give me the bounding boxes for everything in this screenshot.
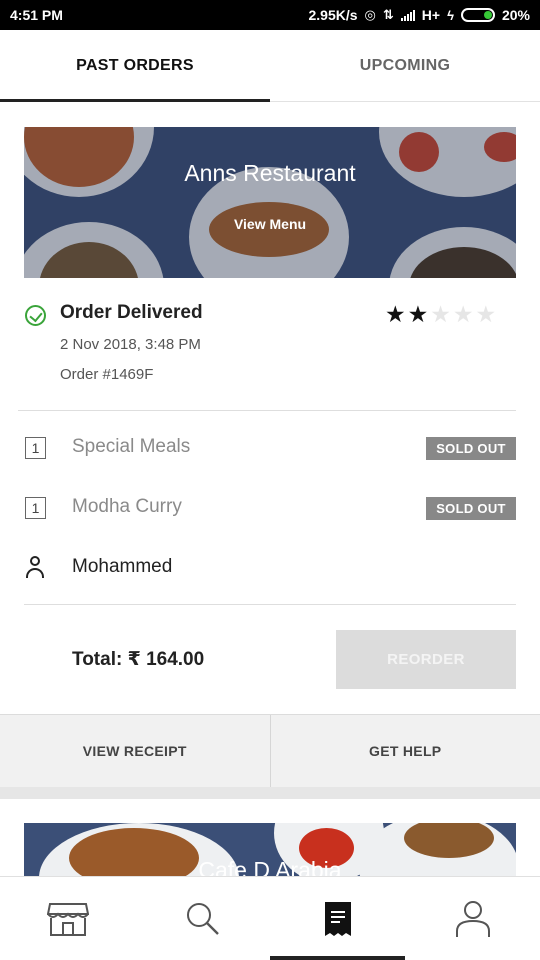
bottom-nav: [0, 876, 540, 960]
nav-search[interactable]: [135, 877, 270, 960]
star-rating[interactable]: ★ ★ ★ ★ ★: [385, 302, 496, 326]
item-quantity: 1: [25, 437, 46, 459]
item-name: Special Meals: [72, 436, 191, 457]
profile-icon: [455, 900, 490, 937]
sold-out-badge: SOLD OUT: [426, 497, 516, 520]
view-receipt-button[interactable]: VIEW RECEIPT: [0, 715, 270, 787]
search-icon: [186, 902, 219, 935]
nav-restaurants[interactable]: [0, 877, 135, 960]
signal-icon: [400, 9, 415, 21]
restaurant-name: Anns Restaurant: [184, 160, 356, 186]
star-icon[interactable]: ★: [430, 302, 451, 326]
star-icon[interactable]: ★: [453, 302, 474, 326]
get-help-button[interactable]: GET HELP: [269, 715, 540, 787]
network-type: H+: [421, 7, 441, 23]
order-tabs: PAST ORDERS UPCOMING: [0, 30, 540, 102]
store-icon: [46, 902, 89, 936]
battery-icon: [460, 8, 495, 22]
net-speed: 2.95K/s: [308, 7, 358, 23]
nav-account[interactable]: [405, 877, 540, 960]
status-time: 4:51 PM: [10, 7, 63, 23]
order-date: 2 Nov 2018, 3:48 PM: [60, 336, 201, 353]
star-icon[interactable]: ★: [408, 302, 429, 326]
customer-name: Mohammed: [72, 556, 173, 577]
star-icon[interactable]: ★: [476, 302, 497, 326]
data-transfer-icon: ⇅: [382, 7, 394, 22]
hotspot-icon: ◎: [364, 7, 376, 22]
tab-upcoming[interactable]: UPCOMING: [270, 30, 540, 101]
status-indicators: 2.95K/s ◎ ⇅ H+ ϟ 20%: [308, 7, 530, 23]
view-menu-link[interactable]: View Menu: [24, 216, 516, 232]
tab-past-orders[interactable]: PAST ORDERS: [0, 30, 270, 102]
order-number: Order #1469F: [60, 366, 154, 383]
person-icon: [24, 556, 46, 578]
check-circle-icon: [25, 305, 46, 326]
status-bar: 4:51 PM 2.95K/s ◎ ⇅ H+ ϟ 20%: [0, 0, 540, 30]
charging-icon: ϟ: [447, 7, 454, 23]
restaurant-banner[interactable]: Anns Restaurant View Menu: [24, 127, 516, 278]
nav-orders[interactable]: [270, 877, 405, 960]
item-name: Modha Curry: [72, 496, 182, 517]
card-separator: [0, 787, 540, 799]
divider: [24, 604, 516, 605]
item-quantity: 1: [25, 497, 46, 519]
battery-percent: 20%: [501, 7, 530, 23]
divider: [18, 410, 516, 411]
star-icon[interactable]: ★: [385, 302, 406, 326]
restaurant-banner[interactable]: Cafe D Arabia: [24, 823, 516, 883]
sold-out-badge: SOLD OUT: [426, 437, 516, 460]
order-status: Order Delivered: [60, 302, 203, 323]
receipt-icon: [324, 901, 351, 936]
order-total: Total: ₹ 164.00: [72, 649, 205, 670]
order-actions: VIEW RECEIPT GET HELP: [0, 714, 540, 787]
reorder-button[interactable]: REORDER: [336, 630, 516, 689]
